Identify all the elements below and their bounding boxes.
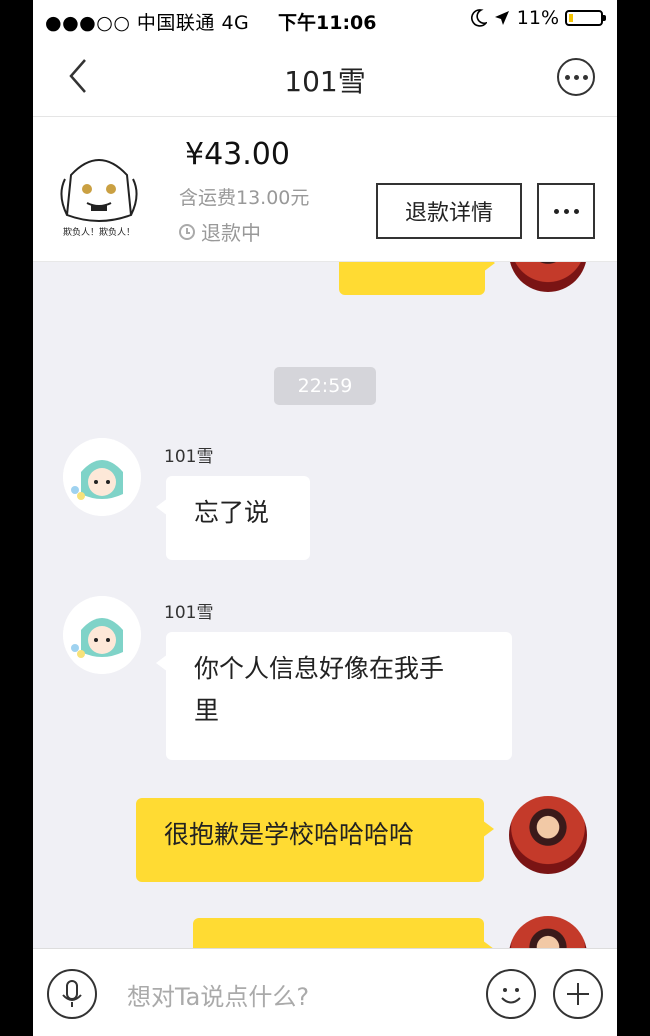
message-bubble[interactable]: 很抱歉是学校哈哈哈哈 [136,798,494,882]
message-text-line: 里 [194,696,220,725]
anime-girl-icon [63,596,141,674]
message-input[interactable]: 想对Ta说点什么? [127,977,309,1012]
my-avatar[interactable] [509,796,587,874]
refund-details-button[interactable]: 退款详情 [376,183,522,239]
order-price: ¥43.00 [185,137,290,172]
order-card[interactable]: 欺负人！欺负人！ ¥43.00 含运费13.00元 退款中 退款详情 [33,117,617,262]
message-text: 忘了说 [194,498,270,527]
status-time: 下午11:06 [278,12,377,34]
status-bar: ●●●○○ 中国联通 4G 下午11:06 11% [33,0,617,40]
contact-avatar[interactable] [63,596,141,674]
chat-area[interactable]: 22:59 101雪 忘了说 101雪 你个人信息好像在我手 里 很抱歉是学校哈… [33,262,617,948]
microphone-icon[interactable] [47,969,97,1019]
sender-name: 101雪 [164,447,214,467]
clock-icon [179,223,195,240]
message-input-bar: 想对Ta说点什么? [33,948,617,1036]
product-thumbnail[interactable]: 欺负人！欺负人！ [51,145,147,241]
refund-status-text: 退款中 [201,221,261,245]
order-more-button[interactable] [537,183,595,239]
sender-name: 101雪 [164,603,214,623]
my-avatar[interactable] [509,916,587,948]
svg-text:欺负人！欺负人！: 欺负人！欺负人！ [63,226,135,238]
message-text: 很抱歉是学校哈哈哈哈 [164,820,415,849]
phone-screen: ●●●○○ 中国联通 4G 下午11:06 11% 101雪 欺负人！欺负人！ … [33,0,617,1036]
message-bubble[interactable]: 忘了说 [156,476,310,560]
ellipsis-circle-icon[interactable] [557,58,595,96]
battery-icon [565,10,606,26]
anime-girl-icon [63,438,141,516]
battery-percent: 11% [516,7,559,29]
plus-icon[interactable] [553,969,603,1019]
message-bubble-partial[interactable] [193,918,494,948]
message-bubble-partial[interactable] [339,262,495,295]
carrier-signal: ●●●○○ 中国联通 4G [45,12,250,34]
location-arrow-icon [494,11,509,25]
shipping-fee: 含运费13.00元 [179,187,310,209]
moon-icon [470,9,487,27]
nav-bar: 101雪 [33,40,617,117]
contact-avatar[interactable] [63,438,141,516]
refund-status: 退款中 [179,217,261,246]
message-timestamp: 22:59 [274,367,376,405]
status-right: 11% [470,7,606,29]
message-bubble[interactable]: 你个人信息好像在我手 里 [156,632,512,760]
smiley-icon[interactable] [486,969,536,1019]
my-avatar[interactable] [509,262,587,292]
chat-title: 101雪 [284,65,366,98]
message-text-line: 你个人信息好像在我手 [194,654,445,683]
